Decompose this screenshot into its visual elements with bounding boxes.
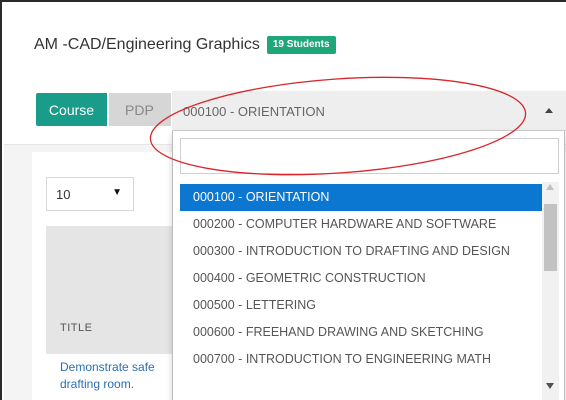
scrollbar-thumb[interactable]: [544, 204, 557, 271]
caret-up-icon: [545, 108, 553, 113]
dropdown-option[interactable]: 000600 - FREEHAND DRAWING AND SKETCHING: [180, 319, 542, 346]
perpage-value: 10: [56, 187, 71, 202]
caret-down-icon: ▼: [112, 187, 122, 198]
page-title: AM -CAD/Engineering Graphics: [34, 36, 260, 53]
students-badge[interactable]: 19 Students: [266, 36, 336, 54]
dropdown-scrollbar[interactable]: [542, 182, 559, 400]
scroll-up-arrow-icon[interactable]: [546, 184, 554, 190]
standard-select[interactable]: 000100 - ORIENTATION: [172, 91, 566, 131]
dropdown-option[interactable]: 000400 - GEOMETRIC CONSTRUCTION: [180, 265, 542, 292]
select-current-value: 000100 - ORIENTATION: [183, 104, 325, 119]
dropdown-option[interactable]: 000500 - LETTERING: [180, 292, 542, 319]
dropdown-options-list: 000100 - ORIENTATION 000200 - COMPUTER H…: [180, 184, 542, 373]
dropdown-search-input[interactable]: [180, 138, 559, 174]
select-dropdown: 000100 - ORIENTATION 000200 - COMPUTER H…: [172, 131, 565, 400]
title-row: AM -CAD/Engineering Graphics 19 Students: [34, 36, 336, 54]
tab-course[interactable]: Course: [36, 93, 107, 126]
tab-pdp[interactable]: PDP: [109, 93, 171, 126]
app-frame: AM -CAD/Engineering Graphics 19 Students…: [0, 0, 566, 400]
dropdown-option[interactable]: 000700 - INTRODUCTION TO ENGINEERING MAT…: [180, 346, 542, 373]
dropdown-option[interactable]: 000200 - COMPUTER HARDWARE AND SOFTWARE: [180, 211, 542, 238]
table-header-cell: TITLE: [46, 226, 176, 354]
dropdown-option[interactable]: 000100 - ORIENTATION: [180, 184, 542, 211]
column-header-title[interactable]: TITLE: [60, 322, 92, 334]
scroll-down-arrow-icon[interactable]: [546, 383, 554, 389]
dropdown-option[interactable]: 000300 - INTRODUCTION TO DRAFTING AND DE…: [180, 238, 542, 265]
table-row-title-link[interactable]: Demonstrate safe drafting room.: [60, 359, 180, 393]
entries-per-page-select[interactable]: 10 ▼: [46, 177, 134, 211]
